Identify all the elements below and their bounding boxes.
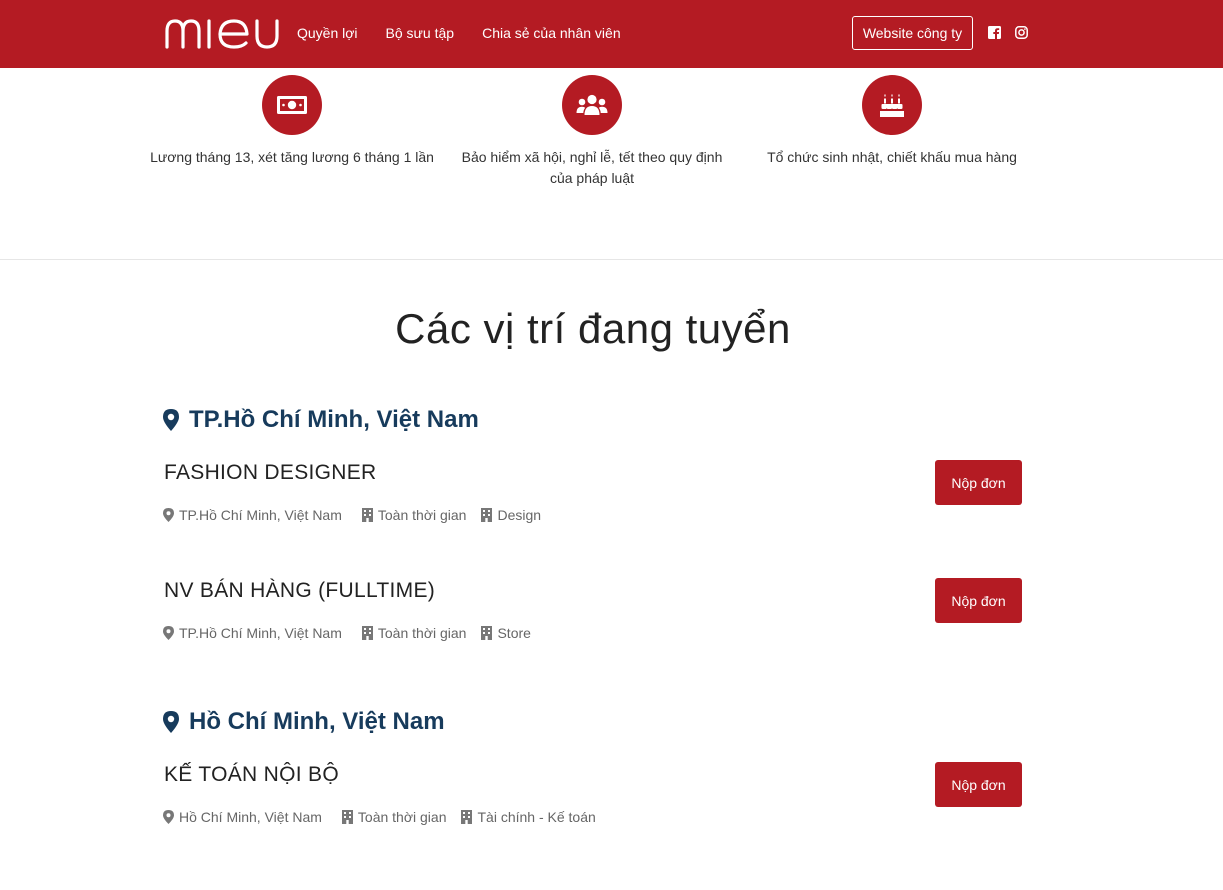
header-bar: Quyền lợi Bộ sưu tập Chia sẻ của nhân vi… xyxy=(0,0,1223,68)
birthday-cake-icon xyxy=(880,94,904,117)
job-title[interactable]: FASHION DESIGNER xyxy=(164,461,377,485)
job-department: Design xyxy=(497,507,542,523)
location-group-heading: TP.Hồ Chí Minh, Việt Nam xyxy=(163,406,479,434)
building-icon xyxy=(481,508,493,522)
job-department: Tài chính - Kế toán xyxy=(477,809,596,825)
benefit-item: Tổ chức sinh nhật, chiết khấu mua hàng xyxy=(742,75,1042,168)
building-icon xyxy=(361,626,373,640)
job-type: Toàn thời gian xyxy=(357,809,447,825)
nav-item-bo-suu-tap[interactable]: Bộ sưu tập xyxy=(386,24,455,42)
job-meta: Hồ Chí Minh, Việt Nam Toàn thời gian Tài… xyxy=(163,809,596,825)
map-marker-icon xyxy=(163,711,179,733)
job-location: TP.Hồ Chí Minh, Việt Nam xyxy=(179,507,342,523)
job-location: TP.Hồ Chí Minh, Việt Nam xyxy=(179,625,342,641)
facebook-icon[interactable] xyxy=(988,26,1001,39)
map-marker-icon xyxy=(163,508,174,522)
apply-button[interactable]: Nộp đơn xyxy=(935,762,1022,807)
users-icon xyxy=(576,94,608,115)
job-department: Store xyxy=(497,625,531,641)
benefit-text: Bảo hiểm xã hội, nghỉ lễ, tết theo quy đ… xyxy=(461,149,723,186)
map-marker-icon xyxy=(163,409,179,431)
mieu-logo[interactable] xyxy=(164,16,280,50)
map-marker-icon xyxy=(163,626,174,640)
benefit-text: Tổ chức sinh nhật, chiết khấu mua hàng xyxy=(767,149,1017,165)
location-group-label: TP.Hồ Chí Minh, Việt Nam xyxy=(189,406,479,433)
location-group-label: Hồ Chí Minh, Việt Nam xyxy=(189,708,445,735)
job-type: Toàn thời gian xyxy=(377,507,467,523)
building-icon xyxy=(341,810,353,824)
apply-button[interactable]: Nộp đơn xyxy=(935,460,1022,505)
building-icon xyxy=(481,626,493,640)
job-type: Toàn thời gian xyxy=(377,625,467,641)
benefit-item: Bảo hiểm xã hội, nghỉ lễ, tết theo quy đ… xyxy=(442,75,742,189)
job-title[interactable]: KẾ TOÁN NỘI BỘ xyxy=(164,763,339,787)
main-nav: Quyền lợi Bộ sưu tập Chia sẻ của nhân vi… xyxy=(297,24,649,42)
benefit-icon-circle xyxy=(262,75,322,135)
benefit-text: Lương tháng 13, xét tăng lương 6 tháng 1… xyxy=(150,149,434,165)
apply-button[interactable]: Nộp đơn xyxy=(935,578,1022,623)
section-divider xyxy=(0,259,1223,260)
company-website-button[interactable]: Website công ty xyxy=(852,16,973,50)
money-icon xyxy=(277,96,307,114)
nav-item-quyen-loi[interactable]: Quyền lợi xyxy=(297,24,358,42)
building-icon xyxy=(361,508,373,522)
job-title[interactable]: NV BÁN HÀNG (FULLTIME) xyxy=(164,579,435,603)
benefit-icon-circle xyxy=(862,75,922,135)
building-icon xyxy=(461,810,473,824)
job-meta: TP.Hồ Chí Minh, Việt Nam Toàn thời gian … xyxy=(163,625,531,641)
job-meta: TP.Hồ Chí Minh, Việt Nam Toàn thời gian … xyxy=(163,507,541,523)
job-location: Hồ Chí Minh, Việt Nam xyxy=(179,809,322,825)
nav-item-chia-se[interactable]: Chia sẻ của nhân viên xyxy=(482,24,621,42)
benefit-icon-circle xyxy=(562,75,622,135)
instagram-icon[interactable] xyxy=(1015,26,1028,39)
jobs-section-title: Các vị trí đang tuyển xyxy=(395,305,791,352)
map-marker-icon xyxy=(163,810,174,824)
benefit-item: Lương tháng 13, xét tăng lương 6 tháng 1… xyxy=(142,75,442,168)
location-group-heading: Hồ Chí Minh, Việt Nam xyxy=(163,708,445,736)
